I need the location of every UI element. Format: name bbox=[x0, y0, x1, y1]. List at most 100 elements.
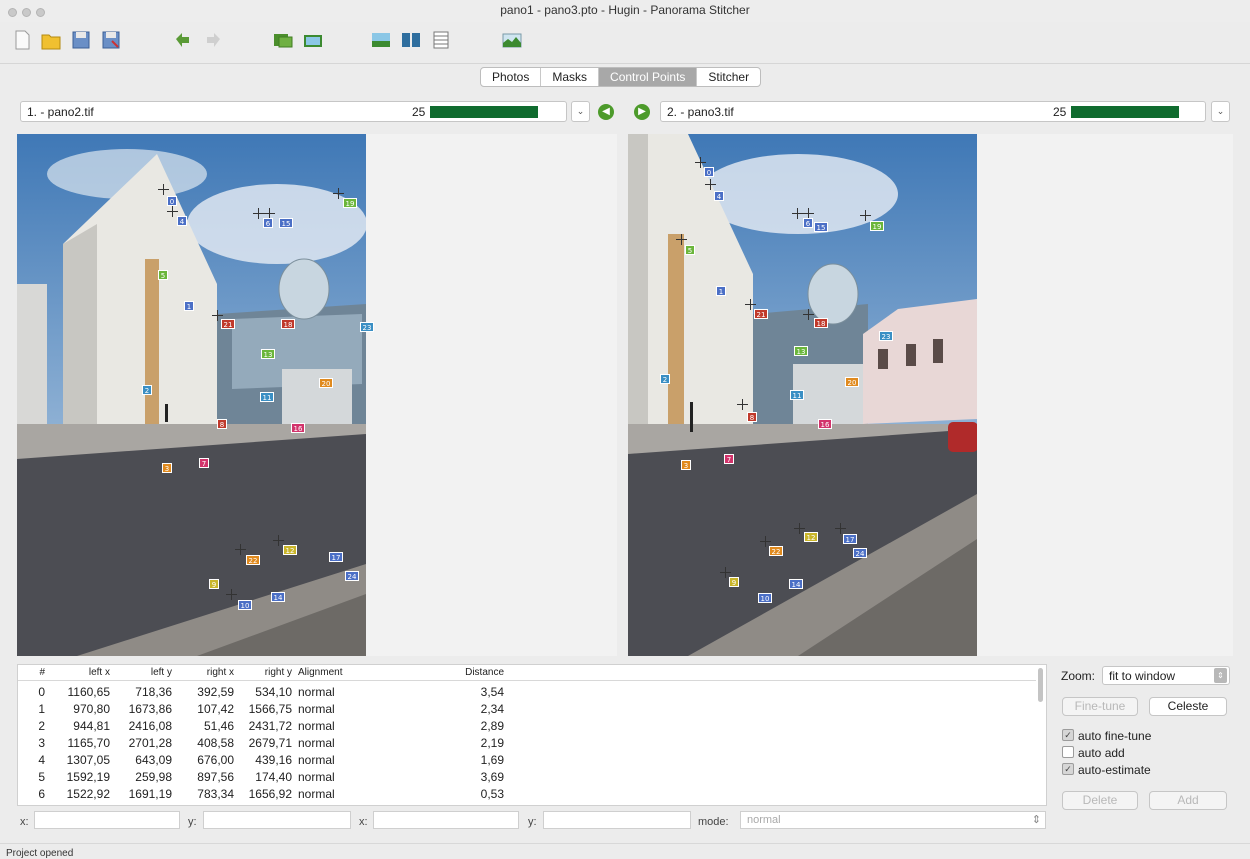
redo-icon[interactable] bbox=[202, 29, 224, 51]
left-image-pane[interactable]: 0 4 6 15 19 5 1 21 18 23 13 20 2 11 8 16… bbox=[17, 134, 617, 656]
table-row[interactable]: 0 1160,65 718,36 392,59 534,10 normal 3,54 bbox=[18, 683, 1036, 700]
col-distance-header[interactable]: Distance bbox=[438, 667, 504, 678]
layout-icon[interactable] bbox=[400, 29, 422, 51]
tab-control-points[interactable]: Control Points bbox=[599, 68, 698, 86]
cp-marker[interactable]: 16 bbox=[818, 419, 832, 429]
auto-fine-tune-checkbox[interactable]: ✓ bbox=[1062, 729, 1074, 741]
col-left-x-header[interactable]: left x bbox=[58, 667, 110, 678]
cp-marker[interactable]: 2 bbox=[660, 374, 670, 384]
cp-marker[interactable]: 18 bbox=[281, 319, 295, 329]
fast-preview-icon[interactable] bbox=[370, 29, 392, 51]
save-as-icon[interactable] bbox=[100, 29, 122, 51]
cp-marker[interactable]: 20 bbox=[845, 377, 859, 387]
cp-marker[interactable]: 11 bbox=[790, 390, 804, 400]
cp-marker[interactable]: 21 bbox=[221, 319, 235, 329]
cp-marker[interactable]: 22 bbox=[769, 546, 783, 556]
table-scrollbar[interactable] bbox=[1038, 668, 1043, 702]
cp-marker[interactable]: 2 bbox=[142, 385, 152, 395]
cp-marker[interactable]: 23 bbox=[879, 331, 893, 341]
table-row[interactable]: 2 944,81 2416,08 51,46 2431,72 normal 2,89 bbox=[18, 717, 1036, 734]
auto-add-checkbox[interactable] bbox=[1062, 746, 1074, 758]
table-row[interactable]: 5 1592,19 259,98 897,56 174,40 normal 3,69 bbox=[18, 768, 1036, 785]
tab-masks[interactable]: Masks bbox=[541, 68, 600, 86]
zoom-select[interactable]: fit to window ⇕ bbox=[1102, 666, 1230, 685]
control-point-table[interactable]: # left x left y right x right y Alignmen… bbox=[17, 664, 1047, 806]
cp-marker[interactable]: 7 bbox=[724, 454, 734, 464]
cp-marker[interactable]: 18 bbox=[814, 318, 828, 328]
cp-marker[interactable]: 19 bbox=[343, 198, 357, 208]
cp-marker[interactable]: 1 bbox=[184, 301, 194, 311]
cp-marker[interactable]: 14 bbox=[271, 592, 285, 602]
open-icon[interactable] bbox=[40, 29, 62, 51]
cp-marker[interactable]: 13 bbox=[261, 349, 275, 359]
left-x-input[interactable] bbox=[34, 811, 180, 829]
cp-marker[interactable]: 8 bbox=[217, 419, 227, 429]
cp-marker[interactable]: 14 bbox=[789, 579, 803, 589]
cp-marker[interactable]: 13 bbox=[794, 346, 808, 356]
prev-image-button[interactable]: ◀ bbox=[598, 104, 614, 120]
cp-marker[interactable]: 20 bbox=[319, 378, 333, 388]
cp-marker[interactable]: 5 bbox=[158, 270, 168, 280]
cp-marker[interactable]: 4 bbox=[177, 216, 187, 226]
cp-marker[interactable]: 16 bbox=[291, 423, 305, 433]
left-y-input[interactable] bbox=[203, 811, 351, 829]
cp-marker[interactable]: 23 bbox=[360, 322, 374, 332]
tab-stitcher[interactable]: Stitcher bbox=[697, 68, 760, 86]
right-y-input[interactable] bbox=[543, 811, 691, 829]
left-image-select[interactable]: 1. - pano2.tif 25 bbox=[20, 101, 567, 122]
new-icon[interactable] bbox=[11, 29, 33, 51]
table-row[interactable]: 4 1307,05 643,09 676,00 439,16 normal 1,69 bbox=[18, 751, 1036, 768]
cp-marker[interactable]: 7 bbox=[199, 458, 209, 468]
mode-select[interactable]: normal ⇕ bbox=[740, 811, 1046, 829]
cp-marker[interactable]: 12 bbox=[804, 532, 818, 542]
cp-marker[interactable]: 24 bbox=[853, 548, 867, 558]
cp-marker[interactable]: 3 bbox=[162, 463, 172, 473]
right-image-select[interactable]: 2. - pano3.tif 25 bbox=[660, 101, 1206, 122]
next-image-button[interactable]: ▶ bbox=[634, 104, 650, 120]
add-images-icon[interactable] bbox=[272, 29, 294, 51]
cp-marker[interactable]: 11 bbox=[260, 392, 274, 402]
tab-photos[interactable]: Photos bbox=[481, 68, 542, 86]
cp-marker[interactable]: 1 bbox=[716, 286, 726, 296]
cp-marker[interactable]: 17 bbox=[329, 552, 343, 562]
left-image-dropdown-button[interactable]: ⌄ bbox=[571, 101, 590, 122]
cp-marker[interactable]: 21 bbox=[754, 309, 768, 319]
cp-marker[interactable]: 5 bbox=[685, 245, 695, 255]
save-icon[interactable] bbox=[70, 29, 92, 51]
cp-marker[interactable]: 24 bbox=[345, 571, 359, 581]
delete-button[interactable]: Delete bbox=[1062, 791, 1138, 810]
cp-marker[interactable]: 0 bbox=[704, 167, 714, 177]
auto-estimate-checkbox[interactable]: ✓ bbox=[1062, 763, 1074, 775]
cp-marker[interactable]: 6 bbox=[803, 218, 813, 228]
cp-marker[interactable]: 15 bbox=[814, 222, 828, 232]
fine-tune-button[interactable]: Fine-tune bbox=[1062, 697, 1138, 716]
col-left-y-header[interactable]: left y bbox=[118, 667, 172, 678]
cp-marker[interactable]: 12 bbox=[283, 545, 297, 555]
table-icon[interactable] bbox=[430, 29, 452, 51]
right-image-dropdown-button[interactable]: ⌄ bbox=[1211, 101, 1230, 122]
col-right-y-header[interactable]: right y bbox=[240, 667, 292, 678]
undo-icon[interactable] bbox=[172, 29, 194, 51]
panorama-icon[interactable] bbox=[501, 29, 523, 51]
preview-icon[interactable] bbox=[302, 29, 324, 51]
cp-marker[interactable]: 17 bbox=[843, 534, 857, 544]
col-id-header[interactable]: # bbox=[35, 667, 45, 678]
celeste-button[interactable]: Celeste bbox=[1149, 697, 1227, 716]
table-row[interactable]: 6 1522,92 1691,19 783,34 1656,92 normal 0,53 bbox=[18, 785, 1036, 802]
table-row[interactable]: 1 970,80 1673,86 107,42 1566,75 normal 2,34 bbox=[18, 700, 1036, 717]
table-row[interactable]: 3 1165,70 2701,28 408,58 2679,71 normal 2,19 bbox=[18, 734, 1036, 751]
add-button[interactable]: Add bbox=[1149, 791, 1227, 810]
cp-marker[interactable]: 15 bbox=[279, 218, 293, 228]
cp-marker[interactable]: 9 bbox=[729, 577, 739, 587]
col-alignment-header[interactable]: Alignment bbox=[298, 667, 342, 678]
cp-marker[interactable]: 9 bbox=[209, 579, 219, 589]
cp-marker[interactable]: 3 bbox=[681, 460, 691, 470]
cp-marker[interactable]: 19 bbox=[870, 221, 884, 231]
cp-marker[interactable]: 6 bbox=[263, 218, 273, 228]
cp-marker[interactable]: 10 bbox=[758, 593, 772, 603]
cp-marker[interactable]: 4 bbox=[714, 191, 724, 201]
right-image-pane[interactable]: 0 4 6 15 19 5 1 21 18 23 13 20 2 11 8 16… bbox=[628, 134, 1233, 656]
cp-marker[interactable]: 0 bbox=[167, 196, 177, 206]
cp-marker[interactable]: 10 bbox=[238, 600, 252, 610]
cp-marker[interactable]: 22 bbox=[246, 555, 260, 565]
